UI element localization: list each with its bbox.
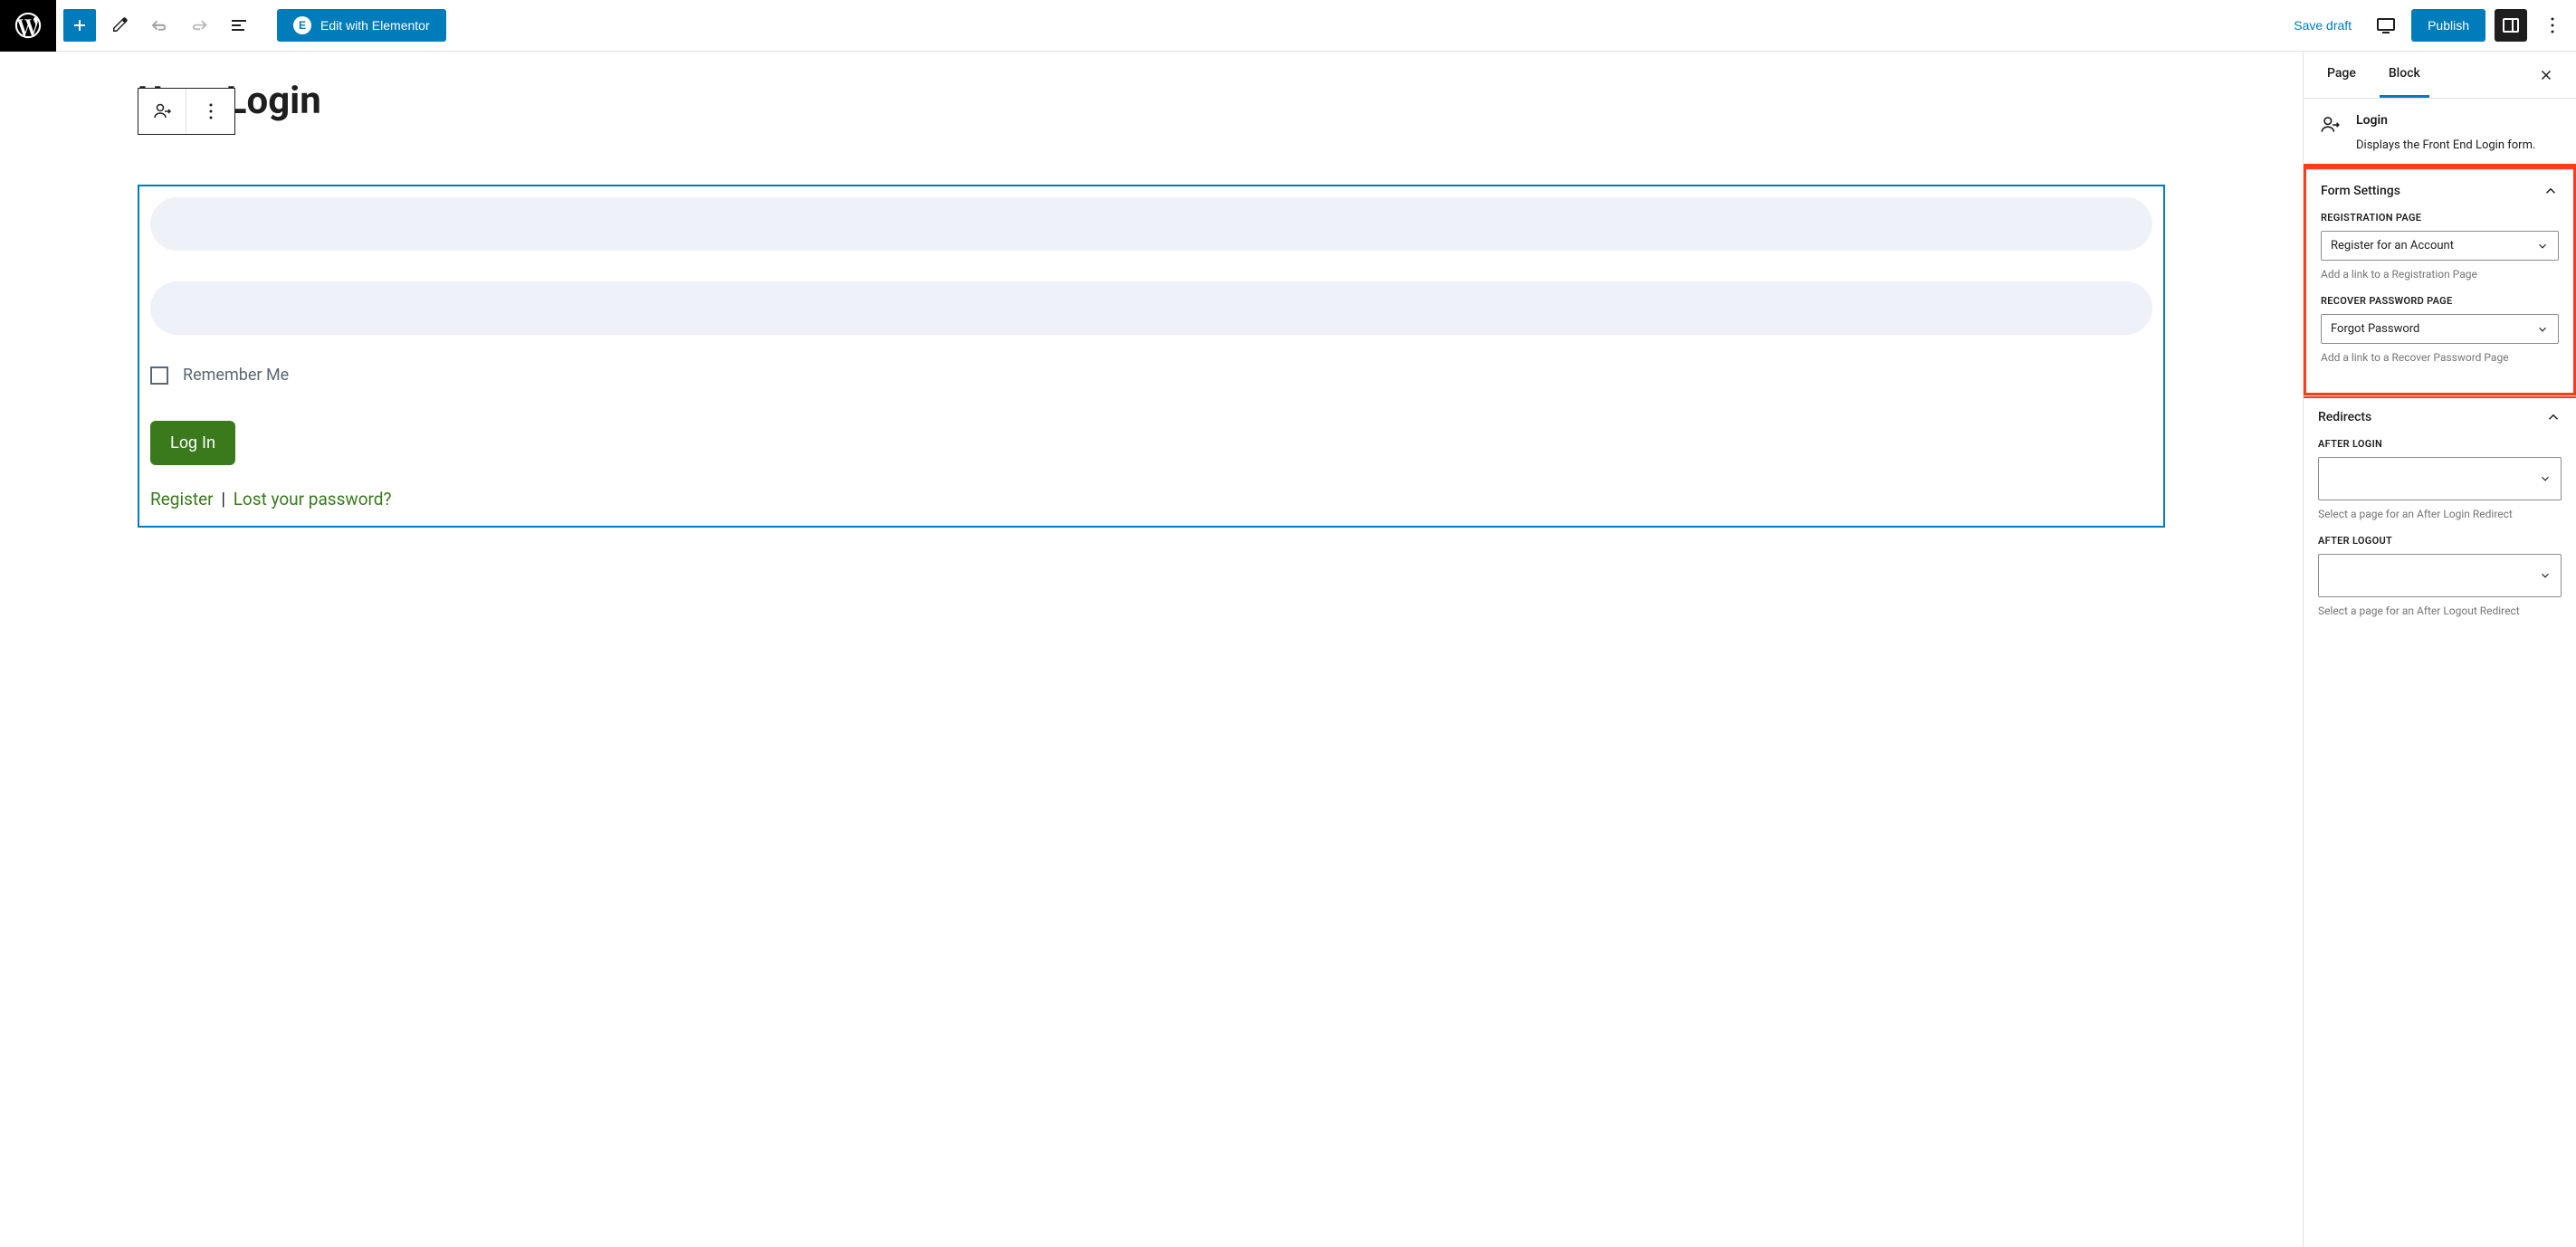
edit-with-elementor-button[interactable]: E Edit with Elementor bbox=[277, 9, 446, 42]
redirects-toggle[interactable]: Redirects bbox=[2304, 396, 2576, 438]
login-icon bbox=[151, 100, 173, 122]
chevron-down-icon bbox=[2536, 240, 2549, 252]
registration-page-help: Add a link to a Registration Page bbox=[2321, 268, 2559, 281]
password-input[interactable] bbox=[150, 281, 2152, 335]
settings-sidebar: Page Block Login Displays the Front End … bbox=[2303, 52, 2576, 1247]
top-bar: E Edit with Elementor Save draft Publish bbox=[0, 0, 2576, 52]
elementor-icon: E bbox=[293, 16, 311, 34]
after-logout-field: After Logout Select a page for an After … bbox=[2318, 535, 2562, 617]
remember-me-row: Remember Me bbox=[150, 366, 2152, 385]
login-form-block[interactable]: Remember Me Log In Register | Lost your … bbox=[138, 185, 2165, 528]
block-type-button[interactable] bbox=[138, 89, 186, 134]
login-submit-button[interactable]: Log In bbox=[150, 421, 235, 465]
registration-page-select[interactable]: Register for an Account bbox=[2321, 231, 2559, 261]
login-icon bbox=[2318, 113, 2342, 137]
form-settings-title: Form Settings bbox=[2321, 184, 2400, 198]
publish-button[interactable]: Publish bbox=[2411, 9, 2485, 42]
preview-button[interactable] bbox=[2370, 9, 2402, 42]
wordpress-logo[interactable] bbox=[0, 0, 56, 52]
redo-button[interactable] bbox=[183, 9, 215, 42]
register-link[interactable]: Register bbox=[150, 489, 214, 509]
registration-page-label: Registration Page bbox=[2321, 212, 2559, 224]
editor-canvas: User Login Remember Me Log In Register | bbox=[0, 52, 2303, 1247]
top-left-tools: E Edit with Elementor bbox=[56, 9, 446, 42]
close-sidebar-button[interactable] bbox=[2531, 60, 2562, 90]
chevron-down-icon bbox=[2539, 472, 2552, 485]
chevron-up-icon bbox=[2545, 409, 2562, 425]
chevron-down-icon bbox=[2536, 323, 2549, 336]
block-info: Login Displays the Front End Login form. bbox=[2304, 99, 2576, 167]
plus-icon bbox=[69, 14, 91, 36]
after-login-field: After Login Select a page for an After L… bbox=[2318, 438, 2562, 520]
remember-me-label: Remember Me bbox=[183, 366, 289, 385]
registration-page-value: Register for an Account bbox=[2331, 239, 2454, 252]
after-logout-help: Select a page for an After Logout Redire… bbox=[2318, 604, 2562, 617]
block-info-title: Login bbox=[2356, 113, 2535, 128]
recover-password-value: Forgot Password bbox=[2331, 322, 2419, 336]
after-login-select[interactable] bbox=[2318, 457, 2562, 500]
top-right-tools: Save draft Publish bbox=[2285, 9, 2569, 42]
block-more-button[interactable] bbox=[186, 89, 234, 134]
add-block-button[interactable] bbox=[63, 9, 96, 42]
chevron-up-icon bbox=[2543, 183, 2559, 199]
undo-icon bbox=[148, 14, 170, 36]
recover-password-field: Recover Password Page Forgot Password Ad… bbox=[2321, 295, 2559, 364]
login-links: Register | Lost your password? bbox=[150, 489, 2152, 509]
page-title[interactable]: User Login bbox=[138, 79, 2165, 123]
elementor-label: Edit with Elementor bbox=[320, 18, 430, 33]
document-overview-button[interactable] bbox=[223, 9, 255, 42]
link-separator: | bbox=[221, 489, 225, 509]
form-settings-panel: Form Settings Registration Page Register… bbox=[2306, 169, 2573, 393]
remember-me-checkbox[interactable] bbox=[150, 366, 168, 385]
settings-panel-toggle[interactable] bbox=[2495, 9, 2527, 42]
sidebar-tabs: Page Block bbox=[2304, 52, 2576, 99]
desktop-icon bbox=[2375, 14, 2397, 36]
save-draft-button[interactable]: Save draft bbox=[2285, 11, 2361, 40]
wordpress-icon bbox=[13, 10, 43, 41]
kebab-icon bbox=[200, 100, 222, 122]
main-layout: User Login Remember Me Log In Register | bbox=[0, 52, 2576, 1247]
recover-password-label: Recover Password Page bbox=[2321, 295, 2559, 307]
block-toolbar bbox=[138, 88, 235, 135]
kebab-icon bbox=[2542, 14, 2563, 36]
edit-tool-button[interactable] bbox=[103, 9, 136, 42]
block-info-desc: Displays the Front End Login form. bbox=[2356, 138, 2535, 152]
after-login-help: Select a page for an After Login Redirec… bbox=[2318, 508, 2562, 520]
list-view-icon bbox=[228, 14, 250, 36]
after-logout-select[interactable] bbox=[2318, 554, 2562, 597]
chevron-down-icon bbox=[2539, 569, 2552, 582]
tab-page[interactable]: Page bbox=[2318, 52, 2365, 98]
after-logout-label: After Logout bbox=[2318, 535, 2562, 547]
form-settings-highlight: Form Settings Registration Page Register… bbox=[2303, 164, 2576, 398]
username-input[interactable] bbox=[150, 197, 2152, 251]
recover-password-select[interactable]: Forgot Password bbox=[2321, 314, 2559, 344]
recover-password-help: Add a link to a Recover Password Page bbox=[2321, 351, 2559, 364]
redo-icon bbox=[188, 14, 210, 36]
redirects-title: Redirects bbox=[2318, 410, 2371, 424]
lost-password-link[interactable]: Lost your password? bbox=[234, 489, 392, 509]
tab-block[interactable]: Block bbox=[2380, 52, 2429, 98]
after-login-label: After Login bbox=[2318, 438, 2562, 450]
registration-page-field: Registration Page Register for an Accoun… bbox=[2321, 212, 2559, 281]
undo-button[interactable] bbox=[143, 9, 176, 42]
redirects-panel: Redirects After Login Select a page for … bbox=[2304, 395, 2576, 646]
close-icon bbox=[2538, 67, 2554, 83]
sidebar-icon bbox=[2500, 14, 2522, 36]
more-options-button[interactable] bbox=[2536, 9, 2569, 42]
pencil-icon bbox=[109, 14, 130, 36]
form-settings-toggle[interactable]: Form Settings bbox=[2306, 170, 2573, 212]
